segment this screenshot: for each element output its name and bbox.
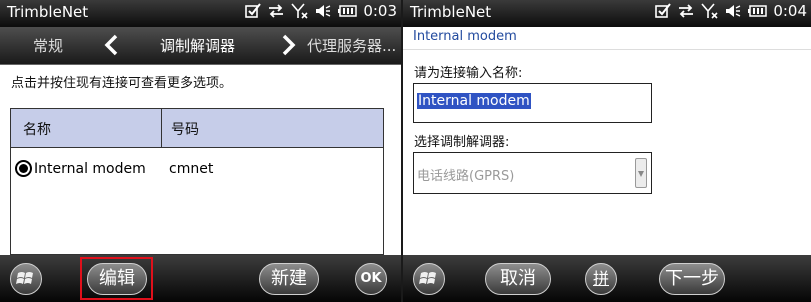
column-divider (161, 109, 162, 147)
chevron-right-icon[interactable] (281, 33, 297, 61)
highlight-box (80, 257, 153, 300)
volume-icon[interactable] (315, 3, 331, 19)
dropdown-arrow-icon[interactable] (635, 158, 647, 188)
selected-radio-icon[interactable] (15, 160, 32, 177)
next-button[interactable]: 下一步 (659, 263, 725, 295)
right-screen: TrimbleNet 0:04 Internal modem 请为连接输入名称:… (403, 0, 811, 302)
status-bar: TrimbleNet 0:04 (403, 0, 811, 27)
tab-general[interactable]: 常规 (33, 35, 63, 56)
connection-name: Internal modem (34, 161, 146, 177)
cancel-button[interactable]: 取消 (485, 263, 551, 295)
tab-modem[interactable]: 调制解调器 (160, 35, 235, 56)
left-screen: TrimbleNet 0:03 常规 调制解调器 代理服务器... 点击并按住现… (0, 0, 401, 302)
battery-icon[interactable] (747, 4, 768, 18)
app-title: TrimbleNet (7, 3, 89, 21)
list-item[interactable]: Internal modem cmnet (11, 148, 383, 188)
new-button[interactable]: 新建 (259, 263, 319, 295)
column-header-name[interactable]: 名称 (23, 119, 51, 139)
modem-label: 选择调制解调器: (414, 135, 510, 150)
connection-name-input[interactable]: Internal modem (413, 83, 652, 123)
hint-text: 点击并按住现有连接可查看更多选项。 (11, 76, 233, 91)
name-label: 请为连接输入名称: (414, 66, 523, 81)
sync-icon[interactable] (267, 3, 285, 19)
sync-icon[interactable] (677, 3, 695, 19)
page-title: Internal modem (413, 29, 517, 44)
checkbox-icon (655, 3, 672, 19)
windows-start-icon[interactable] (413, 263, 445, 295)
connection-number: cmnet (169, 161, 214, 177)
tab-bar: 常规 调制解调器 代理服务器... (0, 27, 401, 65)
battery-icon[interactable] (337, 4, 358, 18)
page-title-bar: Internal modem (403, 27, 811, 50)
windows-start-icon[interactable] (10, 263, 42, 295)
status-bar: TrimbleNet 0:03 (0, 0, 401, 27)
app-title: TrimbleNet (410, 3, 492, 21)
connection-list[interactable]: 名称 号码 Internal modem cmnet (10, 108, 384, 255)
signal-off-icon[interactable] (701, 3, 719, 19)
volume-icon[interactable] (725, 3, 741, 19)
clock[interactable]: 0:03 (363, 2, 397, 20)
checkbox-icon (245, 3, 262, 19)
ok-button[interactable]: OK (355, 263, 387, 295)
list-header: 名称 号码 (11, 109, 383, 148)
selected-text: Internal modem (417, 93, 531, 109)
column-header-number[interactable]: 号码 (171, 119, 199, 139)
bottom-toolbar (0, 255, 401, 302)
chevron-left-icon[interactable] (103, 33, 119, 61)
modem-select[interactable]: 电话线路(GPRS) (413, 152, 652, 194)
tab-proxy[interactable]: 代理服务器... (307, 35, 396, 56)
signal-off-icon[interactable] (291, 3, 309, 19)
clock[interactable]: 0:04 (773, 2, 807, 20)
input-method-button[interactable]: 拼 (585, 263, 617, 295)
modem-selected-value: 电话线路(GPRS) (417, 169, 515, 184)
